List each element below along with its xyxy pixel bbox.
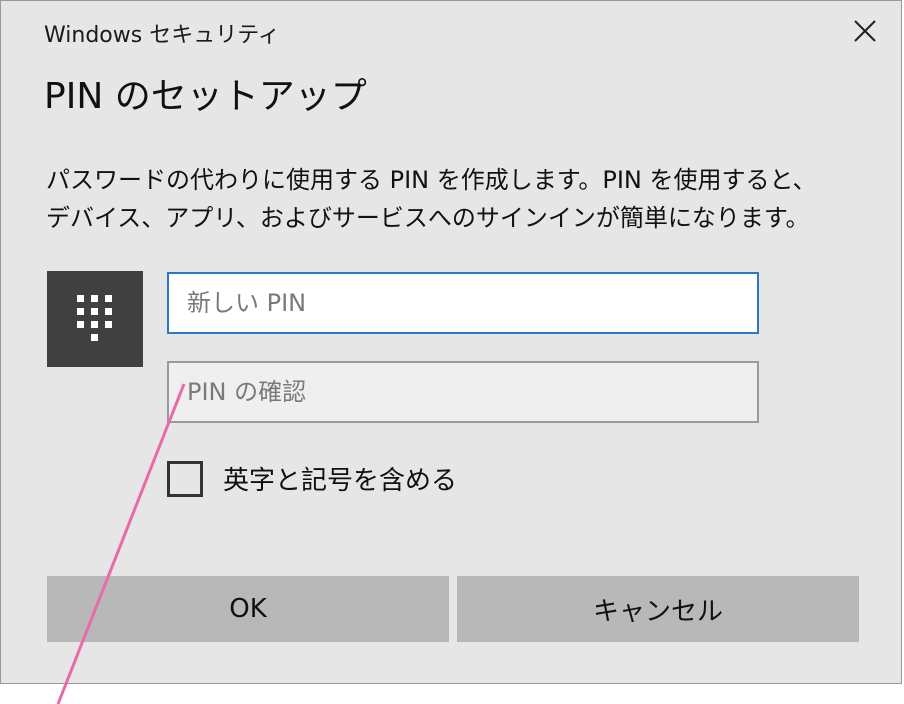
include-letters-label: 英字と記号を含める bbox=[223, 466, 458, 496]
include-letters-checkbox[interactable] bbox=[167, 460, 203, 497]
dialog-description: パスワードの代わりに使用する PIN を作成します。PIN を使用すると、 デバ… bbox=[46, 161, 866, 237]
include-letters-checkbox-row[interactable]: 英字と記号を含める bbox=[167, 460, 457, 497]
cancel-button[interactable]: キャンセル bbox=[457, 576, 859, 642]
close-button[interactable] bbox=[843, 9, 887, 53]
keypad-tile bbox=[47, 271, 143, 367]
description-line: デバイス、アプリ、およびサービスへのサインインが簡単になります。 bbox=[46, 204, 810, 232]
close-icon bbox=[854, 20, 876, 42]
pin-setup-dialog: Windows セキュリティ PIN のセットアップ パスワードの代わりに使用す… bbox=[0, 0, 902, 684]
dialog-heading: PIN のセットアップ bbox=[44, 76, 367, 117]
keypad-icon bbox=[77, 295, 112, 341]
description-line: パスワードの代わりに使用する PIN を作成します。PIN を使用すると、 bbox=[46, 166, 817, 194]
confirm-pin-input[interactable] bbox=[167, 361, 759, 423]
window-title: Windows セキュリティ bbox=[44, 23, 280, 48]
new-pin-input[interactable] bbox=[167, 272, 759, 334]
ok-button[interactable]: OK bbox=[47, 576, 449, 642]
